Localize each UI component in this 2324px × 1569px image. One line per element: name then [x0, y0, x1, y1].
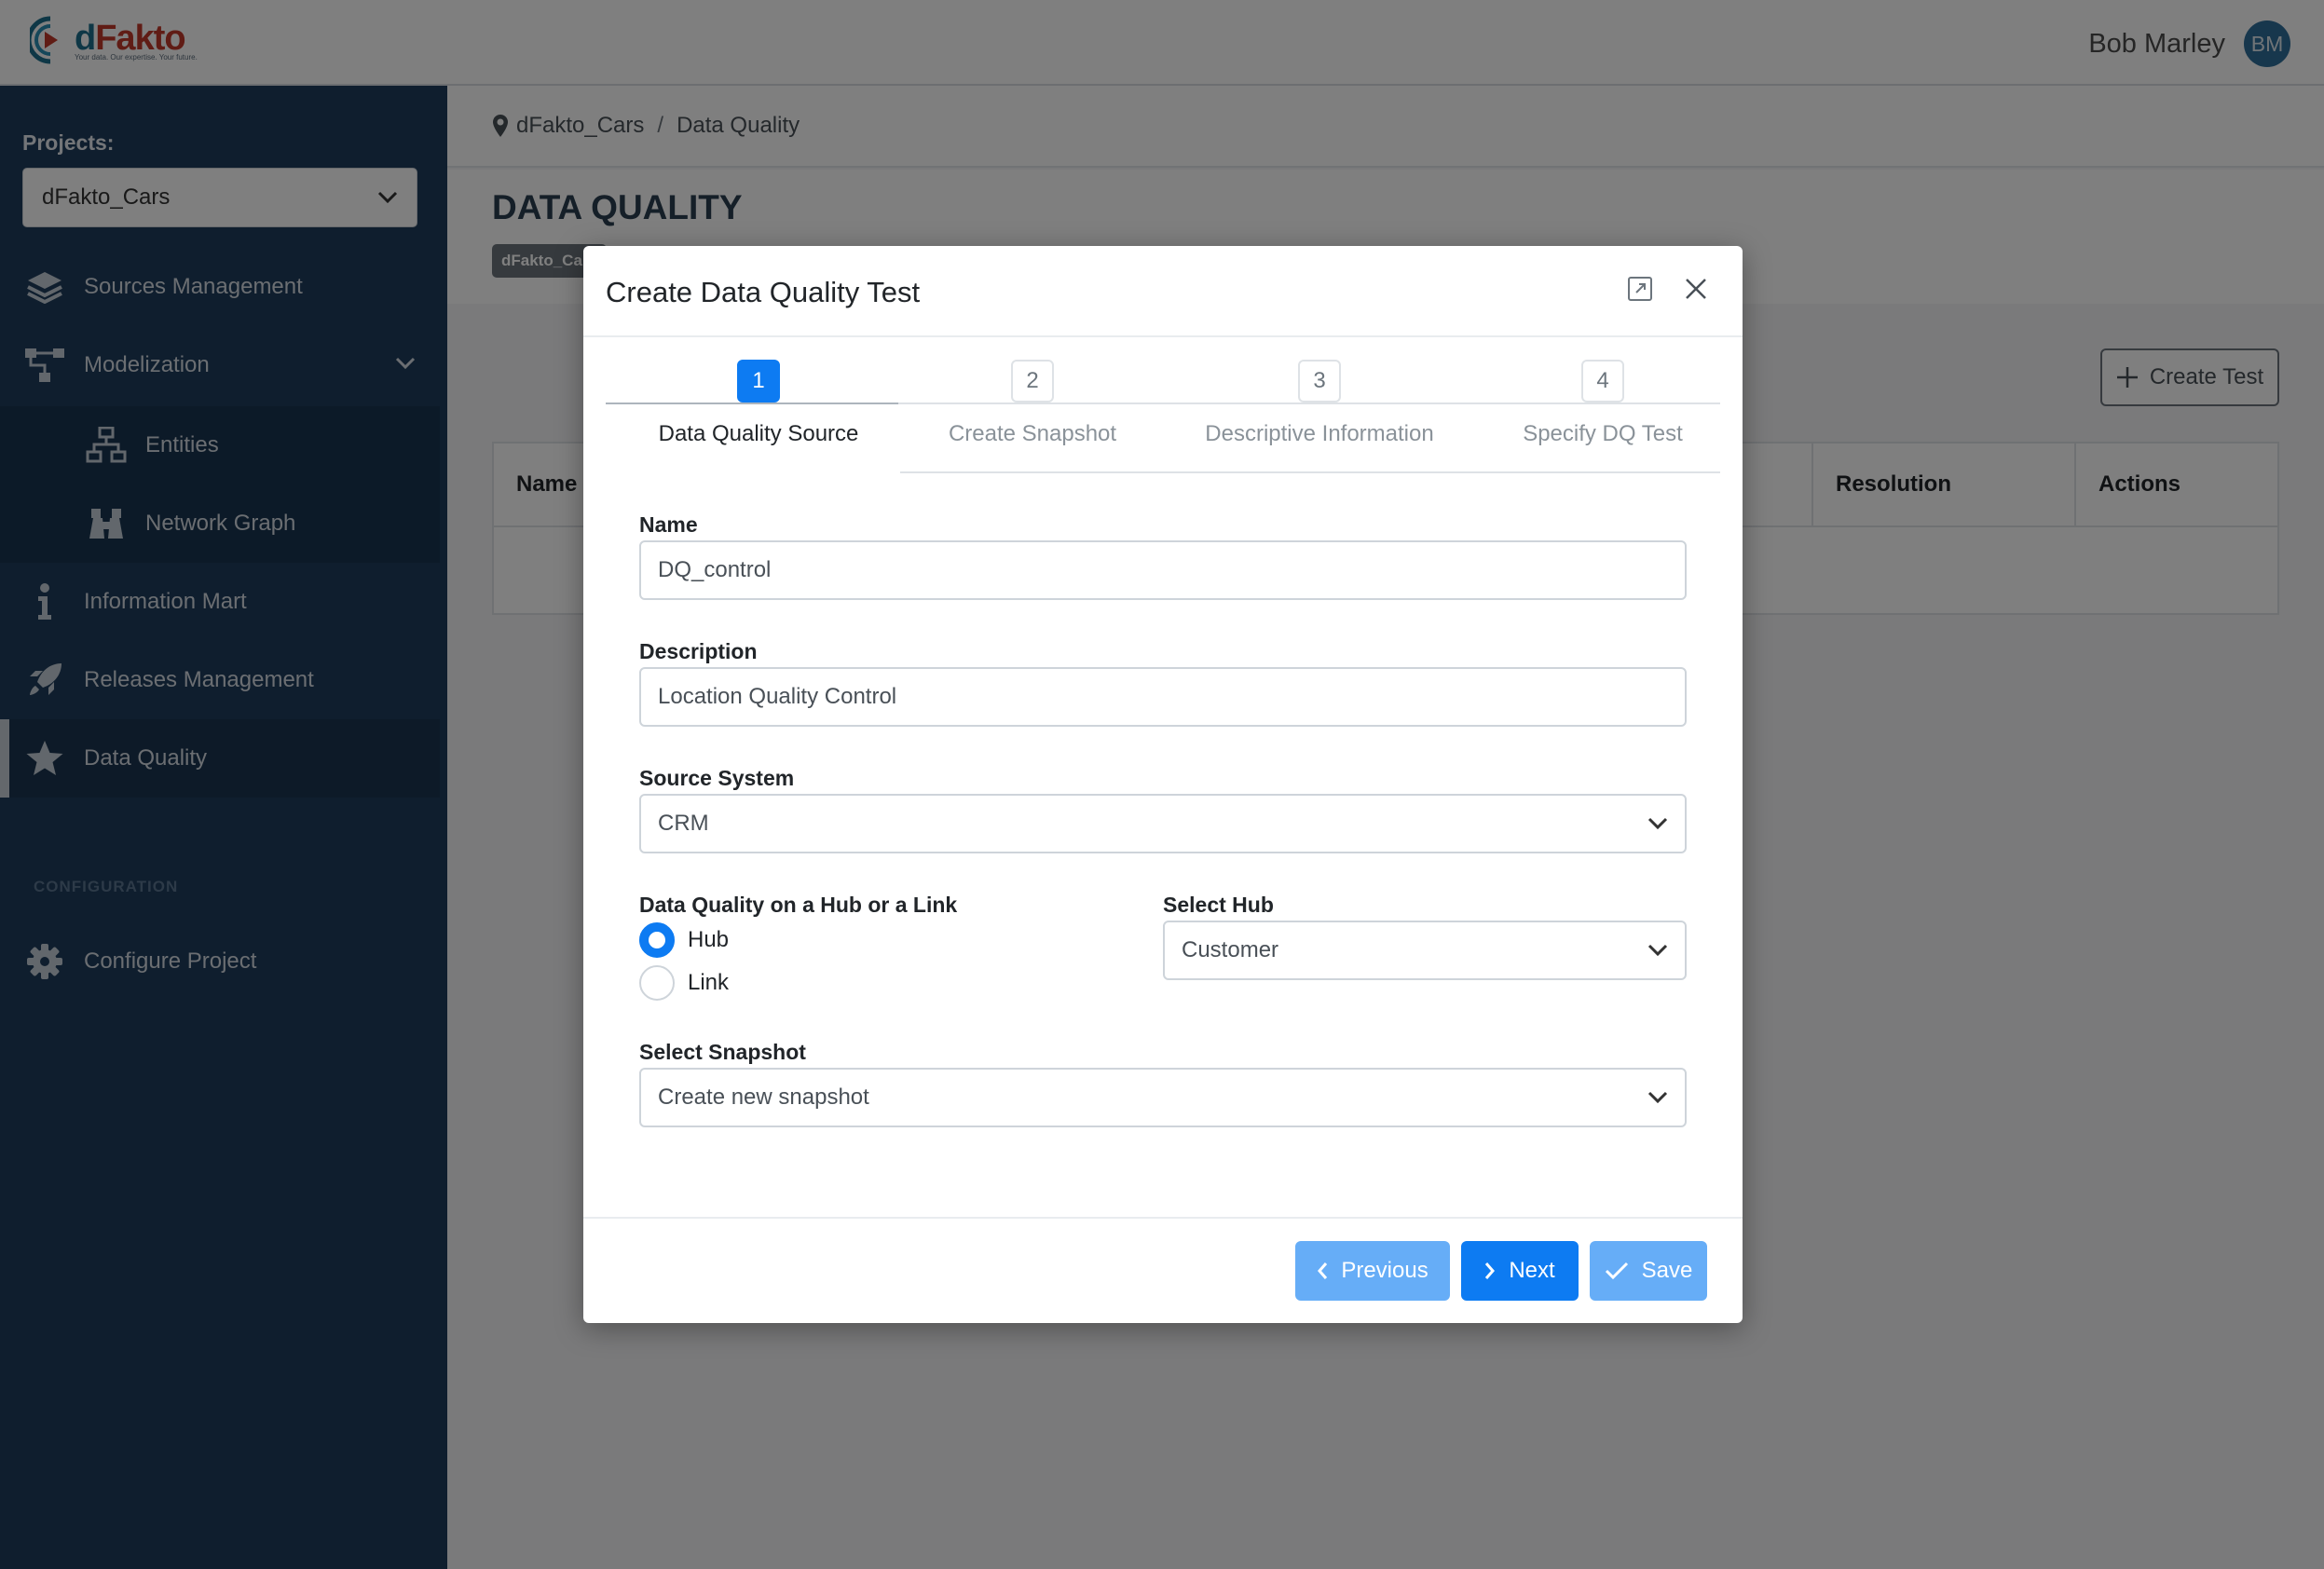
chevron-down-icon [1647, 944, 1668, 957]
step-label: Data Quality Source [658, 421, 859, 446]
name-label: Name [639, 512, 698, 537]
select-snapshot-label: Select Snapshot [639, 1040, 806, 1064]
close-icon[interactable] [1683, 276, 1716, 309]
step-number: 4 [1581, 360, 1624, 402]
radio-unchecked-indicator [639, 965, 675, 1001]
description-input-value: Location Quality Control [658, 684, 897, 709]
hub-or-link-label: Data Quality on a Hub or a Link [639, 893, 958, 917]
wizard-step-2[interactable]: 2 Create Snapshot [893, 360, 1172, 447]
source-system-value: CRM [658, 811, 709, 836]
source-system-select[interactable]: CRM [639, 794, 1687, 853]
modal-header-divider [583, 335, 1743, 337]
select-snapshot-select[interactable]: Create new snapshot [639, 1068, 1687, 1127]
step-number: 2 [1011, 360, 1054, 402]
chevron-right-icon [1485, 1262, 1496, 1279]
radio-checked-indicator [639, 922, 675, 958]
chevron-left-icon [1318, 1262, 1328, 1279]
chevron-down-icon [1647, 817, 1668, 830]
step-label: Specify DQ Test [1523, 421, 1683, 446]
select-hub-value: Customer [1182, 937, 1279, 962]
next-button[interactable]: Next [1461, 1241, 1579, 1301]
wizard-step-1[interactable]: 1 Data Quality Source [619, 360, 898, 447]
radio-link[interactable]: Link [639, 965, 729, 1001]
radio-hub-label: Hub [688, 927, 730, 952]
select-hub-label: Select Hub [1163, 893, 1274, 917]
step-1-active-indicator [606, 471, 900, 475]
modal-footer-divider [583, 1217, 1743, 1219]
check-icon [1605, 1262, 1628, 1280]
create-dq-test-modal: Create Data Quality Test 1 Data Quality … [583, 246, 1743, 1323]
save-button[interactable]: Save [1590, 1241, 1707, 1301]
radio-hub[interactable]: Hub [639, 922, 729, 958]
wizard-stepper: 1 Data Quality Source 2 Create Snapshot … [606, 360, 1720, 486]
radio-link-label: Link [688, 970, 730, 995]
name-input-value: DQ_control [658, 557, 772, 582]
step-number: 3 [1298, 360, 1341, 402]
wizard-step-4[interactable]: 4 Specify DQ Test [1463, 360, 1743, 447]
select-hub-select[interactable]: Customer [1163, 921, 1687, 980]
expand-icon[interactable] [1627, 276, 1661, 309]
step-label: Descriptive Information [1205, 421, 1434, 446]
modal-title: Create Data Quality Test [606, 276, 921, 308]
save-button-label: Save [1641, 1258, 1693, 1283]
step-number: 1 [737, 360, 780, 402]
description-input[interactable]: Location Quality Control [639, 667, 1687, 727]
step-label: Create Snapshot [948, 421, 1117, 446]
name-input[interactable]: DQ_control [639, 540, 1687, 600]
next-button-label: Next [1509, 1258, 1555, 1283]
previous-button[interactable]: Previous [1295, 1241, 1450, 1301]
source-system-label: Source System [639, 766, 795, 790]
select-snapshot-value: Create new snapshot [658, 1085, 869, 1110]
description-label: Description [639, 639, 758, 663]
wizard-step-3[interactable]: 3 Descriptive Information [1180, 360, 1459, 447]
previous-button-label: Previous [1341, 1258, 1429, 1283]
chevron-down-icon [1647, 1091, 1668, 1104]
